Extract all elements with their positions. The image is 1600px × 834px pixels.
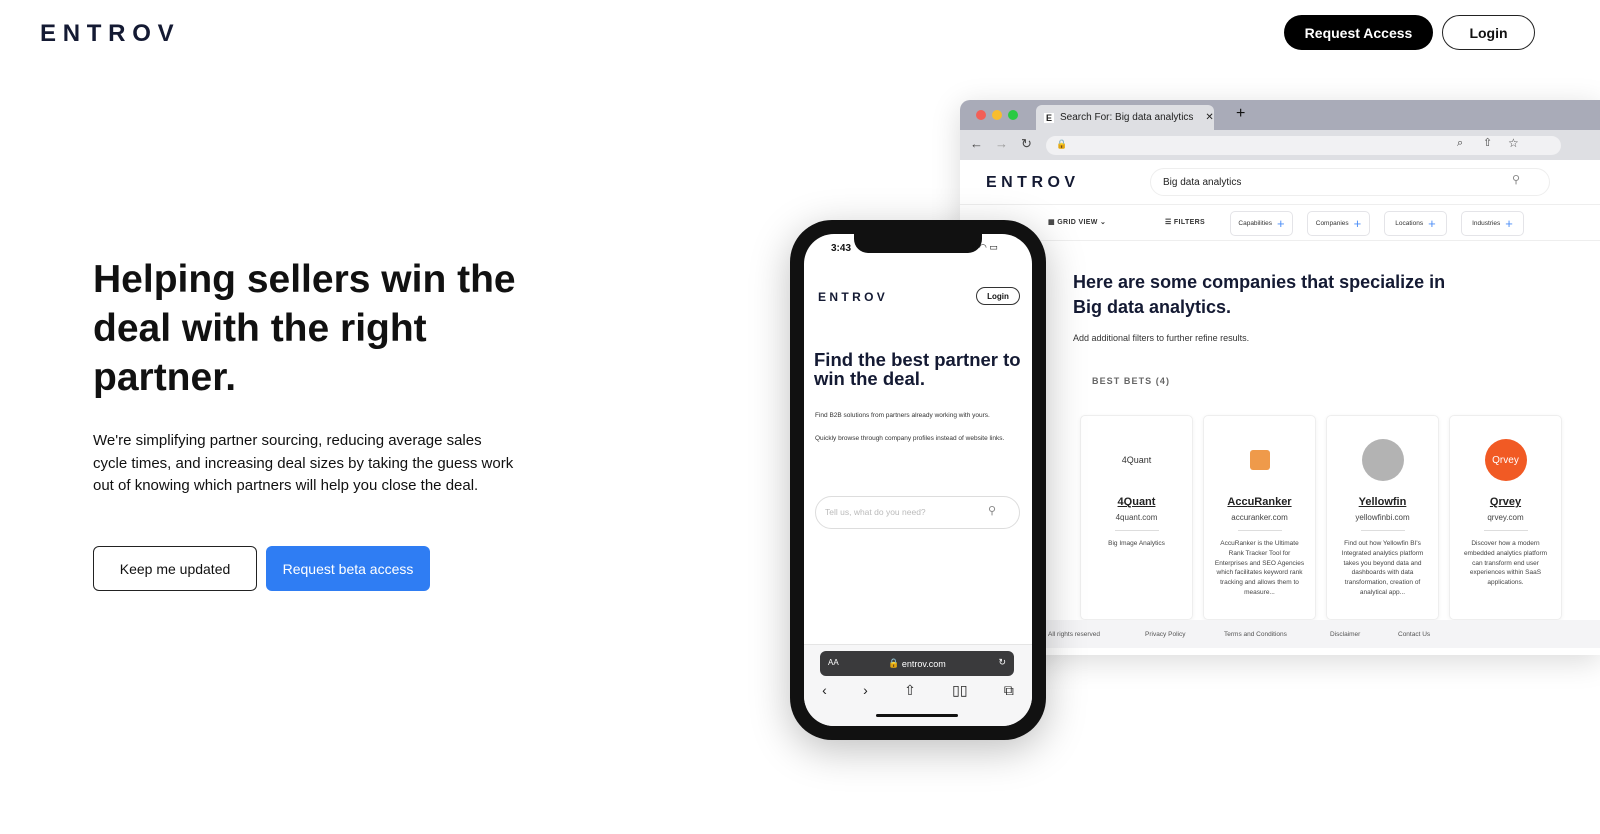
chip-locations: Locations +	[1384, 211, 1447, 236]
site-logo: ENTROV	[986, 174, 1080, 191]
copyright-text: v. All rights reserved	[1042, 631, 1101, 638]
forward-icon: ›	[863, 682, 868, 698]
maximize-dot-icon	[1008, 110, 1018, 120]
plus-icon: +	[1277, 216, 1285, 231]
disclaimer-link: Disclaimer	[1330, 631, 1361, 638]
filter-bar: ▦ GRID VIEW ⌄ ☰ FILTERS Capabilities + Co…	[960, 205, 1600, 241]
home-indicator	[876, 714, 958, 717]
url-bar: AA 🔒 entrov.com ↻	[820, 651, 1014, 676]
chart-logo-icon	[1249, 450, 1270, 470]
lock-icon: 🔒	[888, 658, 902, 668]
phone-mockup: 3:43 ıl ◠ ▭ ENTROV Login Find the best p…	[790, 220, 1046, 740]
logo[interactable]: ENTROV	[40, 20, 180, 48]
tab-title: Search For: Big data analytics	[1060, 112, 1194, 123]
phone-text: Quickly browse through company profiles …	[815, 435, 1005, 442]
close-tab-icon: ✕	[1205, 112, 1214, 123]
chip-capabilities: Capabilities +	[1230, 211, 1293, 236]
minimize-dot-icon	[992, 110, 1002, 120]
browser-toolbar: ← → ↻ 🔒 ⌕ ⇧ ☆	[960, 130, 1600, 160]
company-card: 4Quant 4Quant 4quant.com Big Image Analy…	[1080, 415, 1193, 620]
filters-toggle: ☰ FILTERS	[1165, 219, 1206, 226]
company-domain: 4quant.com	[1115, 513, 1158, 522]
back-icon: ‹	[822, 682, 827, 698]
phone-screen: 3:43 ıl ◠ ▭ ENTROV Login Find the best p…	[804, 234, 1032, 726]
chip-companies: Companies +	[1307, 211, 1370, 236]
share-icon: ⇧	[1483, 137, 1493, 149]
tab-bar: E Search For: Big data analytics ✕ +	[960, 100, 1600, 130]
search-icon: ⚲	[1512, 174, 1521, 186]
contact-link: Contact Us	[1398, 631, 1431, 638]
hero-description: We're simplifying partner sourcing, redu…	[93, 432, 514, 494]
request-beta-access-button[interactable]: Request beta access	[266, 546, 430, 591]
zoom-icon: ⌕	[1457, 137, 1464, 149]
login-button[interactable]: Login	[1442, 15, 1535, 50]
company-name: AccuRanker	[1227, 496, 1292, 508]
phone-login-button: Login	[976, 287, 1020, 305]
company-description: Big Image Analytics	[1108, 540, 1165, 547]
plus-icon: +	[1505, 216, 1513, 231]
company-domain: qrvey.com	[1487, 513, 1524, 522]
company-name: Yellowfin	[1358, 496, 1407, 508]
lock-icon: 🔒	[1056, 139, 1068, 149]
company-name: 4Quant	[1117, 496, 1156, 508]
request-access-button[interactable]: Request Access	[1284, 15, 1433, 50]
close-dot-icon	[976, 110, 986, 120]
search-icon: ⚲	[988, 505, 997, 517]
plus-icon: +	[1428, 216, 1436, 231]
site-search-input: Big data analytics	[1150, 168, 1550, 196]
grid-view-toggle: ▦ GRID VIEW ⌄	[1048, 219, 1107, 226]
browser-tab: E Search For: Big data analytics ✕	[1036, 105, 1214, 130]
site-header: ENTROV Big data analytics ⚲	[960, 160, 1600, 205]
company-description: AccuRanker is the Ultimate Rank Tracker …	[1214, 540, 1305, 596]
company-logo	[1327, 439, 1438, 481]
new-tab-icon: +	[1236, 105, 1246, 122]
site-footer: v. All rights reserved Privacy Policy Te…	[960, 620, 1600, 648]
bookmark-star-icon: ☆	[1508, 136, 1519, 150]
phone-text: Find B2B solutions from partners already…	[815, 412, 990, 419]
favicon-icon: E	[1044, 112, 1055, 123]
tabs-icon: ⧉	[1003, 682, 1014, 698]
chip-industries: Industries +	[1461, 211, 1524, 236]
browser-mockup: E Search For: Big data analytics ✕ + ← →…	[960, 100, 1600, 655]
url-text: entrov.com	[901, 658, 946, 669]
back-icon: ←	[970, 136, 983, 151]
company-card: Qrvey Qrvey qrvey.com Discover how a mod…	[1449, 415, 1562, 620]
phone-title: Find the best partner to win the deal.	[814, 349, 1021, 389]
notch	[854, 234, 982, 253]
signal-wifi-battery-icon: ıl ◠ ▭	[972, 242, 998, 252]
bookmarks-icon: ▯▯	[952, 682, 968, 698]
results-subtitle: Add additional filters to further refine…	[1073, 333, 1250, 343]
terms-link: Terms and Conditions	[1224, 631, 1287, 638]
company-card: AccuRanker accuranker.com AccuRanker is …	[1203, 415, 1316, 620]
privacy-link: Privacy Policy	[1145, 631, 1186, 638]
status-time: 3:43	[831, 243, 852, 254]
building-logo-icon	[1361, 439, 1404, 481]
company-name: Qrvey	[1489, 496, 1522, 508]
share-icon: ⇧	[904, 682, 916, 698]
text-size-icon: AA	[828, 658, 839, 667]
company-logo	[1204, 440, 1315, 480]
company-logo: Qrvey	[1450, 439, 1561, 481]
results-title: Here are some companies that specialize …	[1073, 272, 1446, 317]
hero-title: Helping sellers win the deal with the ri…	[93, 258, 516, 399]
company-domain: accuranker.com	[1231, 513, 1288, 522]
company-logo: 4Quant	[1121, 455, 1152, 465]
best-bets-label: BEST BETS (4)	[1092, 376, 1171, 386]
keep-me-updated-button[interactable]: Keep me updated	[93, 546, 257, 591]
safari-nav: ‹ › ⇧ ▯▯ ⧉	[804, 682, 1032, 699]
plus-icon: +	[1353, 216, 1362, 231]
company-description: Discover how a modern embedded analytics…	[1463, 540, 1548, 587]
company-description: Find out how Yellowfin BI's Integrated a…	[1341, 540, 1424, 596]
phone-logo: ENTROV	[818, 290, 889, 304]
reload-icon: ↻	[998, 657, 1006, 667]
company-domain: yellowfinbi.com	[1355, 513, 1410, 522]
company-card: Yellowfin yellowfinbi.com Find out how Y…	[1326, 415, 1439, 620]
reload-icon: ↻	[1021, 136, 1032, 151]
forward-icon: →	[995, 136, 1008, 151]
